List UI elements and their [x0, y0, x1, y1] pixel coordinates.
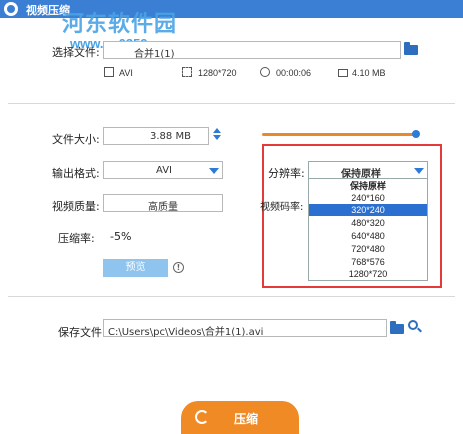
video-quality-value: 高质量	[148, 202, 178, 213]
output-format-value: AVI	[156, 165, 172, 176]
divider-bottom	[8, 296, 455, 297]
file-size-label: 文件大小:	[52, 133, 100, 146]
highlight-box	[262, 144, 442, 288]
bitrate-label: 视频码率:	[260, 202, 304, 213]
preview-button[interactable]: 预览	[103, 259, 168, 277]
meta-duration: 00:00:06	[276, 68, 312, 78]
save-path-field[interactable]: C:\Users\pc\Videos\合并1(1).avi	[103, 319, 387, 338]
save-folder-icon[interactable]	[390, 321, 404, 334]
compress-button[interactable]: 压缩	[181, 401, 299, 434]
compression-rate-value: -5%	[110, 230, 132, 243]
divider-top	[8, 103, 455, 104]
stepper-down-icon[interactable]	[213, 135, 221, 140]
info-icon[interactable]: !	[173, 262, 184, 273]
meta-format: AVI	[119, 68, 133, 78]
file-size-slider-handle[interactable]	[412, 130, 420, 138]
stepper-up-icon[interactable]	[213, 128, 221, 133]
source-file-field[interactable]: 合并1(1)	[103, 41, 401, 60]
file-size-value: 3.88 MB	[150, 131, 191, 142]
chevron-down-icon	[209, 168, 219, 174]
film-icon	[104, 67, 114, 77]
file-size-slider[interactable]	[262, 133, 415, 136]
meta-size: 4.10 MB	[352, 68, 386, 78]
save-file-label: 保存文件:	[58, 326, 106, 339]
watermark-logo: 河东软件园	[62, 12, 178, 37]
output-format-label: 输出格式:	[52, 167, 100, 180]
folder-size-icon	[338, 69, 348, 77]
open-folder-icon[interactable]	[404, 42, 418, 55]
video-quality-label: 视频质量:	[52, 200, 100, 213]
compress-button-label: 压缩	[234, 412, 259, 426]
save-path-value: C:\Users\pc\Videos\合并1(1).avi	[108, 327, 264, 338]
app-icon	[4, 2, 18, 16]
file-size-stepper[interactable]	[213, 128, 221, 140]
output-format-select[interactable]: AVI	[103, 161, 223, 179]
source-file-value: 合并1(1)	[134, 49, 175, 60]
resolution-icon	[182, 67, 192, 77]
clock-icon	[260, 67, 270, 77]
video-quality-field[interactable]: 高质量	[103, 194, 223, 213]
refresh-icon	[195, 410, 209, 424]
search-icon[interactable]	[408, 320, 418, 330]
file-size-field[interactable]: 3.88 MB	[103, 127, 209, 145]
compression-rate-label: 压缩率:	[58, 232, 95, 245]
source-file-label: 选择文件:	[52, 46, 100, 59]
meta-resolution: 1280*720	[198, 68, 237, 78]
